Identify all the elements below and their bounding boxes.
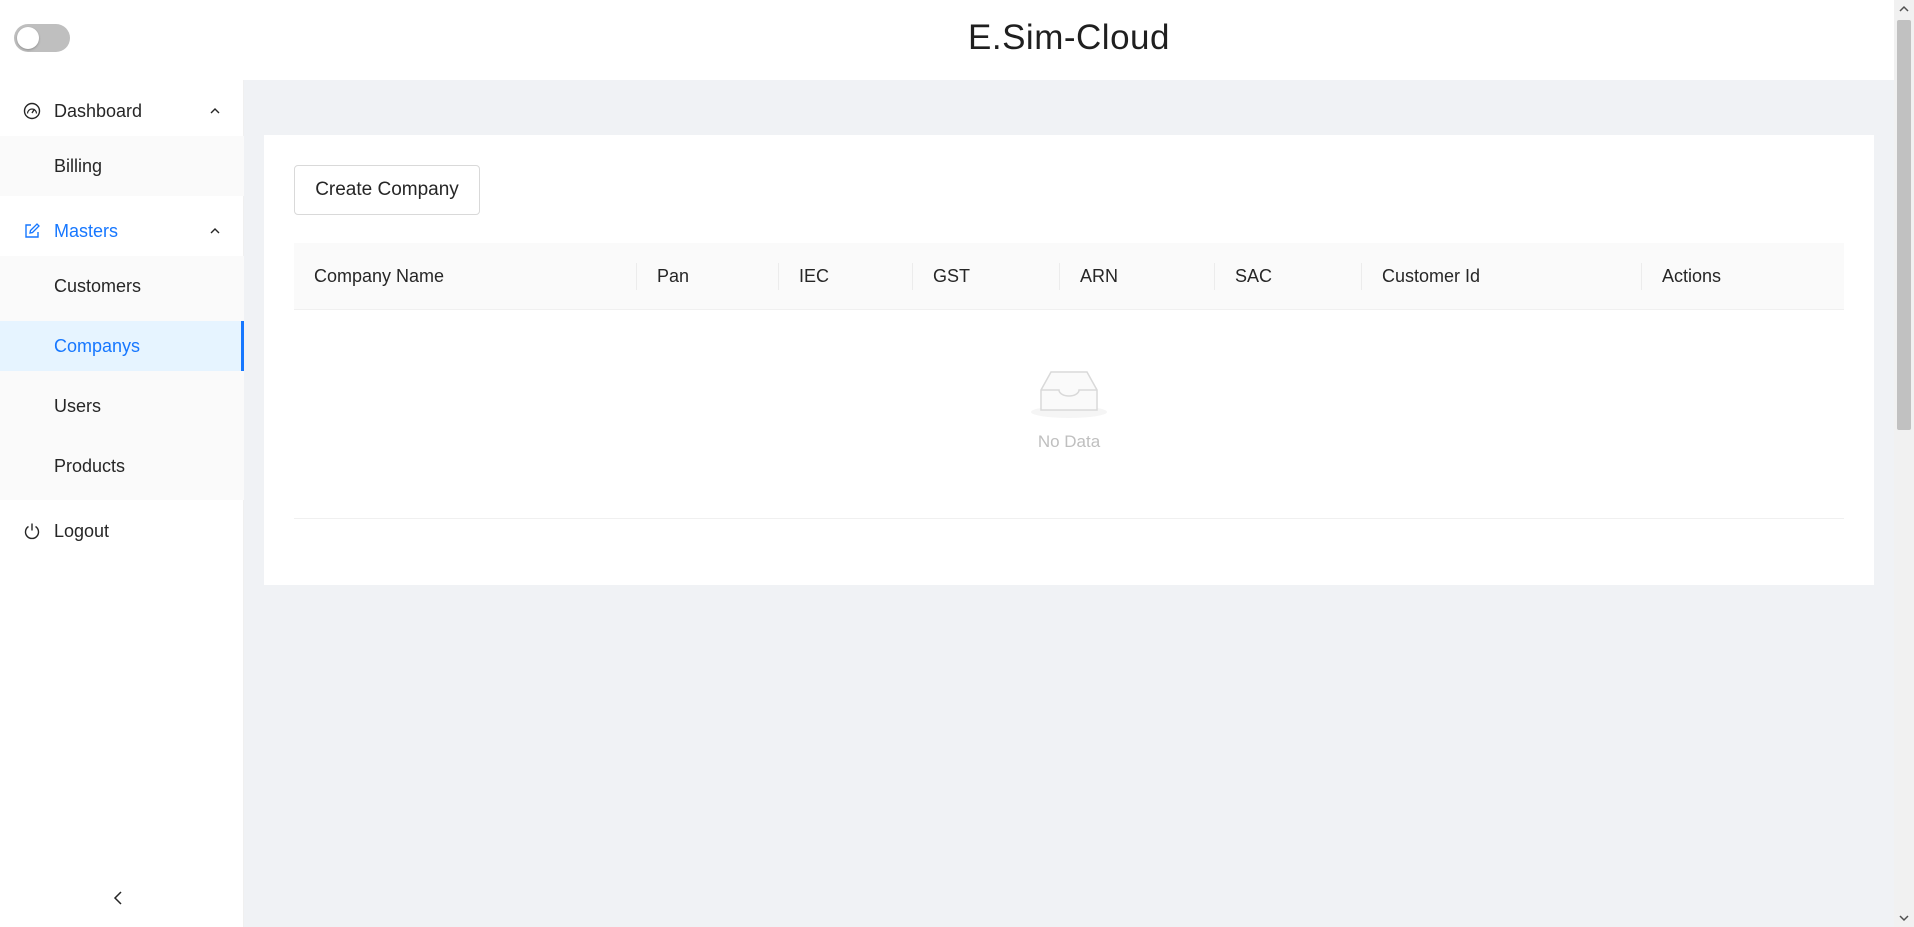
collapse-sidebar-button[interactable] (108, 890, 128, 910)
table-empty-state: No Data (294, 310, 1844, 519)
dashboard-submenu: Billing (0, 136, 244, 196)
sidebar-item-products[interactable]: Products (0, 441, 244, 491)
companies-card: Create Company Company Name Pan IEC GST … (264, 135, 1874, 585)
chevron-up-icon (208, 104, 222, 118)
column-header-company-name: Company Name (314, 266, 445, 286)
sidebar-item-companys[interactable]: Companys (0, 321, 244, 371)
sidebar-item-label: Users (54, 395, 102, 416)
power-icon (22, 521, 42, 541)
edit-icon (22, 221, 42, 241)
column-header-pan: Pan (657, 266, 690, 286)
sidebar-item-label: Products (54, 455, 126, 476)
inbox-icon (1029, 368, 1109, 420)
column-header-arn: ARN (1080, 266, 1119, 286)
theme-toggle[interactable] (14, 24, 70, 52)
column-header-customer-id: Customer Id (1382, 266, 1481, 286)
sidebar-item-masters[interactable]: Masters (0, 206, 244, 256)
sidebar-item-label: Masters (54, 220, 119, 241)
scroll-up-button[interactable] (1894, 0, 1914, 18)
chevron-left-icon (112, 890, 124, 910)
sidebar-item-label: Customers (54, 275, 142, 296)
app-header: E.Sim-Cloud (0, 0, 1894, 80)
create-company-button[interactable]: Create Company (294, 165, 480, 215)
empty-text: No Data (1037, 432, 1101, 451)
table-header: Company Name Pan IEC GST ARN SAC Custome… (294, 243, 1844, 310)
column-header-actions: Actions (1662, 266, 1722, 286)
column-header-sac: SAC (1235, 266, 1273, 286)
sidebar-item-customers[interactable]: Customers (0, 261, 244, 311)
column-header-iec: IEC (799, 266, 830, 286)
sidebar-item-users[interactable]: Users (0, 381, 244, 431)
sidebar: Dashboard Billing Masters Customers Comp… (0, 80, 244, 927)
sidebar-item-dashboard[interactable]: Dashboard (0, 86, 244, 136)
dashboard-icon (22, 101, 42, 121)
toggle-knob (17, 27, 39, 49)
companies-table: Company Name Pan IEC GST ARN SAC Custome… (294, 243, 1844, 519)
sidebar-item-label: Billing (54, 155, 103, 176)
scroll-down-button[interactable] (1894, 909, 1914, 927)
sidebar-item-label: Logout (54, 520, 110, 541)
sidebar-item-label: Companys (54, 335, 141, 356)
sidebar-item-billing[interactable]: Billing (0, 141, 244, 191)
scrollbar-thumb[interactable] (1897, 20, 1911, 430)
app-title: E.Sim-Cloud (968, 18, 1170, 57)
sidebar-item-logout[interactable]: Logout (0, 506, 244, 556)
vertical-scrollbar[interactable] (1894, 0, 1914, 927)
column-header-gst: GST (933, 266, 971, 286)
chevron-up-icon (208, 224, 222, 238)
masters-submenu: Customers Companys Users Products (0, 256, 244, 500)
sidebar-item-label: Dashboard (54, 100, 143, 121)
